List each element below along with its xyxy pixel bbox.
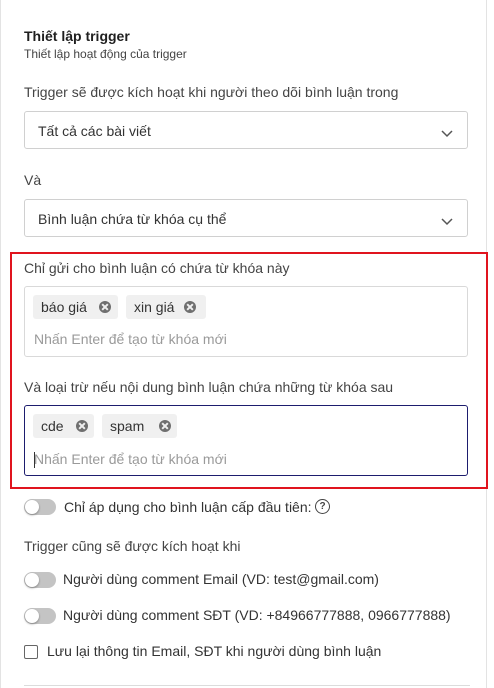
remove-tag-icon[interactable]: [76, 420, 88, 432]
section-divider: [24, 685, 470, 686]
keyword-tag: báo giá: [33, 295, 118, 319]
section-subtitle: Thiết lập hoạt động của trigger: [24, 47, 187, 61]
trigger-source-value: Tất cả các bài viết: [38, 123, 151, 139]
trigger-source-select[interactable]: Tất cả các bài viết: [24, 111, 468, 149]
include-keywords-label: Chỉ gửi cho bình luận có chứa từ khóa nà…: [24, 260, 290, 276]
first-level-toggle[interactable]: [24, 499, 56, 515]
remove-tag-icon[interactable]: [184, 301, 196, 313]
panel-left-border: [0, 0, 1, 688]
question-circle-icon[interactable]: ?: [315, 499, 330, 514]
include-keywords-input[interactable]: báo giá xin giá Nhấn Enter để tạo từ khó…: [24, 286, 468, 357]
exclude-keywords-label: Và loại trừ nếu nội dung bình luận chứa …: [24, 379, 394, 395]
keyword-tag-label: xin giá: [134, 299, 175, 315]
email-comment-label: Người dùng comment Email (VD: test@gmail…: [63, 571, 379, 587]
remove-tag-icon[interactable]: [99, 301, 111, 313]
section-title: Thiết lập trigger: [24, 28, 130, 44]
toggle-knob: [25, 573, 39, 587]
phone-comment-label: Người dùng comment SĐT (VD: +84966777888…: [63, 607, 451, 623]
save-info-checkbox[interactable]: [24, 645, 38, 659]
keyword-tag-label: báo giá: [41, 299, 87, 315]
keyword-tag-label: cde: [41, 418, 64, 434]
condition-label: Và: [24, 172, 42, 188]
keyword-tag: cde: [33, 414, 94, 438]
trigger-source-label: Trigger sẽ được kích hoạt khi người theo…: [24, 84, 399, 100]
also-trigger-label: Trigger cũng sẽ được kích hoạt khi: [24, 538, 241, 554]
keyword-tag: spam: [102, 414, 177, 438]
chevron-down-icon: [441, 213, 453, 231]
exclude-keywords-input[interactable]: cde spam Nhấn Enter để tạo từ khóa mới: [24, 405, 468, 476]
remove-tag-icon[interactable]: [159, 420, 171, 432]
condition-value: Bình luận chứa từ khóa cụ thể: [38, 211, 227, 227]
keyword-tag: xin giá: [126, 295, 206, 319]
keyword-tag-label: spam: [110, 418, 145, 434]
phone-comment-toggle[interactable]: [24, 608, 56, 624]
toggle-knob: [25, 500, 39, 514]
email-comment-toggle[interactable]: [24, 572, 56, 588]
toggle-knob: [25, 609, 39, 623]
condition-select[interactable]: Bình luận chứa từ khóa cụ thể: [24, 199, 468, 237]
save-info-label: Lưu lại thông tin Email, SĐT khi người d…: [47, 643, 382, 659]
chevron-down-icon: [441, 125, 453, 143]
first-level-label: Chỉ áp dụng cho bình luận cấp đầu tiên:: [64, 499, 312, 515]
exclude-keywords-placeholder: Nhấn Enter để tạo từ khóa mới: [34, 451, 227, 467]
include-keywords-placeholder: Nhấn Enter để tạo từ khóa mới: [34, 331, 227, 347]
